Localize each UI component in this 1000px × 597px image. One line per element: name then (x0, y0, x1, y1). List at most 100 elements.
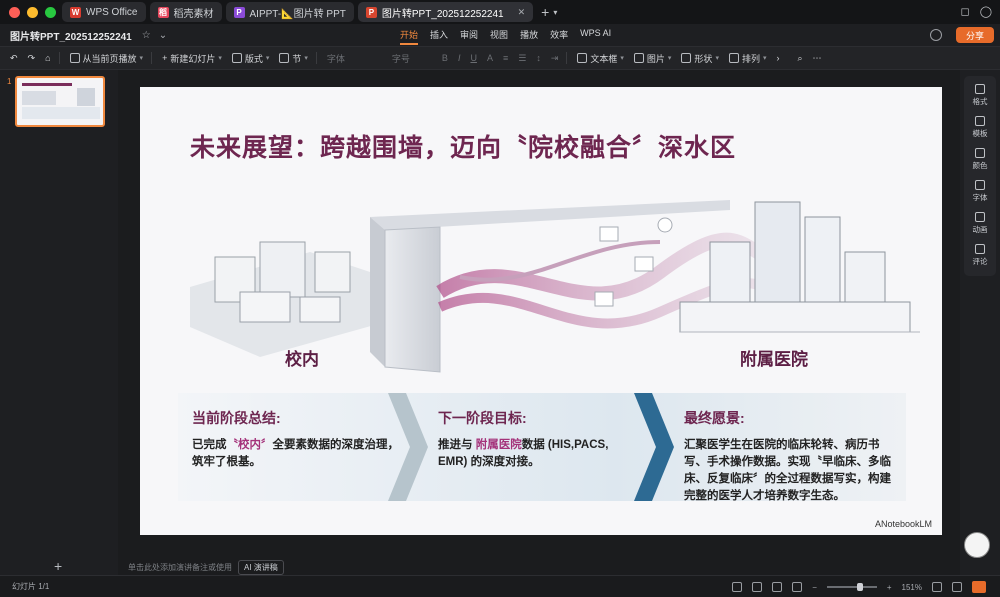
sidebar-item-label: 字体 (972, 193, 988, 202)
section-button[interactable]: 节 ▾ (279, 52, 308, 65)
current-stage-body[interactable]: 已完成〝校内〞全要素数据的深度治理，筑牢了根基。 (192, 437, 402, 471)
align-icon[interactable]: ≡ (503, 53, 508, 63)
template-icon (975, 116, 985, 126)
zoom-slider[interactable] (826, 583, 877, 591)
slideshow-play-button[interactable] (972, 581, 986, 593)
hospital-label[interactable]: 附属医院 (740, 345, 808, 370)
normal-view-icon[interactable] (732, 582, 743, 592)
sidebar-item-animation[interactable]: 动画 (964, 212, 996, 235)
zoom-slider-handle[interactable] (856, 583, 863, 591)
image-button[interactable]: 图片 ▾ (633, 52, 671, 65)
layout-button[interactable]: 版式 ▾ (231, 52, 269, 65)
italic-icon[interactable]: I (458, 53, 461, 63)
menu-efficiency[interactable]: 效率 (550, 28, 568, 45)
sidebar-item-comment[interactable]: 评论 (964, 244, 996, 267)
toolbar-more-icon[interactable]: › (776, 53, 779, 63)
notes-view-icon[interactable] (792, 582, 803, 592)
shape-button[interactable]: 形状 ▾ (681, 52, 719, 65)
toolbar-divider (151, 52, 153, 64)
ribbon-tabs: 开始 插入 审阅 视图 播放 效率 WPS AI (400, 28, 611, 45)
bold-icon[interactable]: B (442, 53, 448, 63)
play-from-current-button[interactable]: 从当前页播放 ▾ (69, 52, 143, 65)
menu-wps-ai[interactable]: WPS AI (580, 28, 611, 45)
font-size-select[interactable]: 字号 (392, 52, 432, 65)
image-icon (633, 53, 644, 63)
font-color-icon[interactable]: A (487, 53, 493, 63)
redo-icon[interactable]: ↷ (28, 53, 36, 64)
add-slide-button[interactable]: + (54, 558, 62, 574)
toolbar-divider (58, 52, 60, 64)
chevron-down-icon: ▾ (304, 55, 308, 62)
more-options-icon[interactable]: ⋯ (813, 53, 822, 64)
sidebar-item-label: 颜色 (972, 161, 988, 170)
sidebar-item-color[interactable]: 颜色 (964, 148, 996, 171)
sidebar-item-template[interactable]: 模板 (964, 116, 996, 139)
slide[interactable]: 未来展望：跨越围墙，迈向〝院校融合〞深水区 校内 附属医院 当前阶段总结: 已完… (140, 87, 942, 535)
fullscreen-icon[interactable] (952, 582, 962, 592)
sorter-view-icon[interactable] (752, 582, 763, 592)
campus-label[interactable]: 校内 (285, 345, 319, 370)
reading-view-icon[interactable] (772, 582, 783, 592)
arrange-button[interactable]: 排列 ▾ (728, 52, 766, 65)
menu-insert[interactable]: 插入 (430, 28, 448, 45)
zoom-out-icon[interactable]: − (812, 583, 817, 592)
restore-icon[interactable]: ◻ (961, 5, 970, 18)
next-stage-body[interactable]: 推进与 附属医院数据 (HIS,PACS, EMR) 的深度对接。 (438, 437, 638, 471)
menu-review[interactable]: 审阅 (460, 28, 478, 45)
indent-icon[interactable]: ⇥ (551, 53, 559, 64)
textbox-icon (577, 53, 588, 63)
notification-icon[interactable] (930, 29, 942, 41)
vision-heading[interactable]: 最终愿景: (684, 408, 902, 428)
tab-aippt[interactable]: P AIPPT-📐图片转 PPT (225, 2, 354, 22)
new-tab-button[interactable]: + (541, 4, 549, 20)
section-icon (279, 53, 290, 63)
vision-body[interactable]: 汇聚医学生在医院的临床轮转、病历书写、手术操作数据。实现〝早临床、多临床、反复临… (684, 437, 902, 505)
search-icon[interactable]: ⌕ (797, 53, 802, 64)
fit-to-window-icon[interactable] (932, 582, 942, 592)
status-controls: − + 151% (732, 581, 986, 593)
close-tab-icon[interactable]: ✕ (518, 7, 526, 18)
arrange-icon (728, 53, 739, 63)
thumbnail-band-shape (22, 107, 100, 119)
star-icon[interactable]: ☆ (142, 30, 151, 41)
font-select[interactable]: 字体 (327, 52, 382, 65)
maximize-window-button[interactable] (45, 6, 56, 18)
tab-label: AIPPT-📐图片转 PPT (249, 8, 346, 20)
account-icon[interactable]: ◯ (980, 5, 992, 18)
stages-band: 当前阶段总结: 已完成〝校内〞全要素数据的深度治理，筑牢了根基。 下一阶段目标:… (178, 393, 906, 502)
textbox-button[interactable]: 文本框 ▾ (577, 52, 624, 65)
tab-wps-office[interactable]: W WPS Office (62, 2, 146, 22)
notes-placeholder[interactable]: 单击此处添加演讲备注或使用 (128, 562, 232, 573)
palette-icon (975, 148, 985, 158)
thumbnail-hospital-shape (77, 88, 95, 106)
next-stage-heading[interactable]: 下一阶段目标: (438, 408, 638, 428)
zoom-in-icon[interactable]: + (887, 583, 892, 592)
tab-current-document[interactable]: P 图片转PPT_202512252241 ✕ (357, 2, 534, 22)
home-icon[interactable]: ⌂ (45, 53, 50, 63)
right-sidebar: 格式 模板 颜色 字体 动画 评论 (960, 70, 1000, 575)
close-window-button[interactable] (9, 6, 20, 18)
ai-speech-button[interactable]: AI 演讲稿 (238, 560, 284, 575)
speaker-notes-bar[interactable]: 单击此处添加演讲备注或使用 AI 演讲稿 (128, 560, 284, 575)
current-stage-heading[interactable]: 当前阶段总结: (192, 408, 402, 428)
document-name[interactable]: 图片转PPT_202512252241 (0, 28, 132, 43)
sidebar-item-format[interactable]: 格式 (964, 84, 996, 107)
slide-title[interactable]: 未来展望：跨越围墙，迈向〝院校融合〞深水区 (190, 128, 736, 164)
menu-home[interactable]: 开始 (400, 28, 419, 45)
menu-playback[interactable]: 播放 (520, 28, 538, 45)
tab-list-chevron-icon[interactable]: ▾ (553, 8, 557, 17)
zoom-level[interactable]: 151% (902, 583, 922, 592)
undo-icon[interactable]: ↶ (10, 53, 18, 64)
chevron-down-icon[interactable]: ⌄ (159, 30, 167, 41)
share-button[interactable]: 分享 (956, 27, 994, 43)
minimize-window-button[interactable] (27, 6, 38, 18)
sidebar-item-font[interactable]: 字体 (964, 180, 996, 203)
new-slide-button[interactable]: + 新建幻灯片 ▾ (162, 52, 222, 65)
line-spacing-icon[interactable]: ↕ (536, 53, 541, 63)
menu-view[interactable]: 视图 (490, 28, 508, 45)
assistant-avatar[interactable] (964, 532, 990, 558)
underline-icon[interactable]: U (470, 53, 477, 63)
tab-docer-assets[interactable]: 稻 稻壳素材 (149, 2, 222, 22)
list-icon[interactable]: ☰ (518, 53, 526, 64)
slide-thumbnail[interactable] (15, 76, 105, 127)
